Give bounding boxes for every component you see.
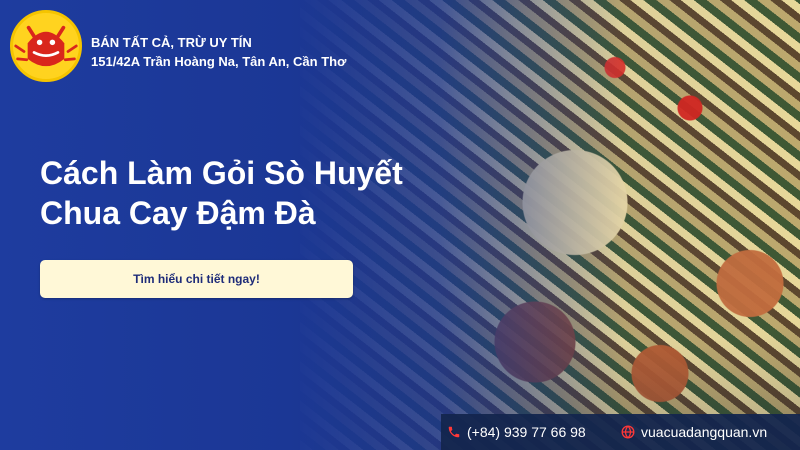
title-line-2: Chua Cay Đậm Đà	[40, 195, 316, 231]
phone-icon	[447, 425, 461, 439]
hero-banner: BÁN TẤT CẢ, TRỪ UY TÍN 151/42A Trần Hoàn…	[0, 0, 800, 450]
page-title: Cách Làm Gỏi Sò Huyết Chua Cay Đậm Đà	[40, 153, 490, 233]
crab-logo-icon	[14, 14, 78, 78]
brand-info: BÁN TẤT CẢ, TRỪ UY TÍN 151/42A Trần Hoàn…	[91, 35, 346, 69]
contact-footer: (+84) 939 77 66 98 vuacuadangquan.vn	[441, 414, 800, 450]
phone-number: (+84) 939 77 66 98	[467, 424, 586, 440]
store-address: 151/42A Trần Hoàng Na, Tân An, Cần Thơ	[91, 54, 347, 69]
website-url: vuacuadangquan.vn	[641, 424, 768, 440]
title-line-1: Cách Làm Gỏi Sò Huyết	[40, 155, 403, 191]
globe-icon	[621, 425, 635, 439]
learn-more-button[interactable]: Tìm hiểu chi tiết ngay!	[40, 260, 353, 298]
brand-slogan: BÁN TẤT CẢ, TRỪ UY TÍN	[91, 35, 252, 50]
phone-contact[interactable]: (+84) 939 77 66 98	[447, 424, 620, 440]
website-link[interactable]: vuacuadangquan.vn	[621, 424, 767, 440]
brand-logo	[10, 10, 82, 82]
